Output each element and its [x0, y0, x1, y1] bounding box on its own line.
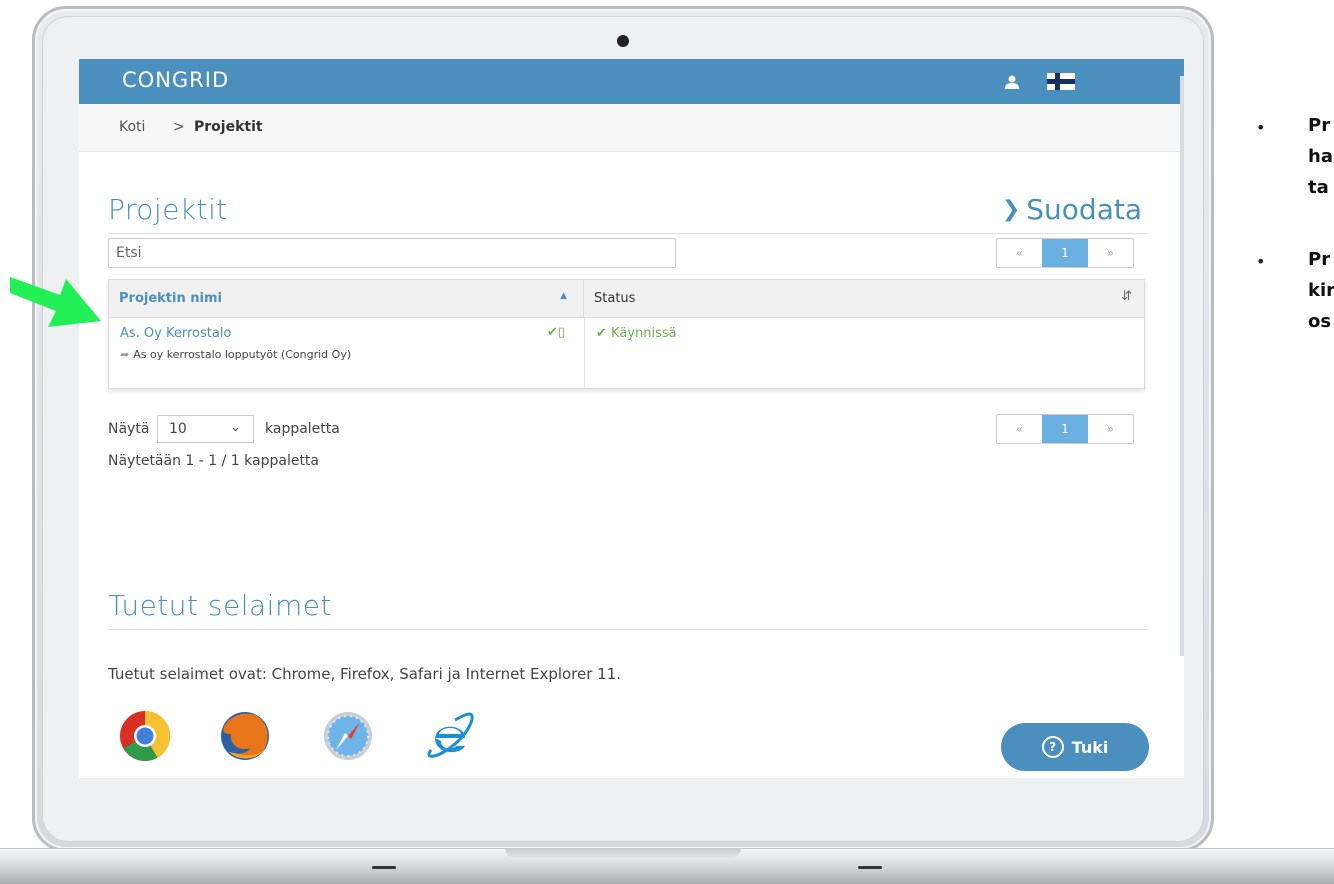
sort-ascending-icon: ▲: [560, 291, 567, 301]
page-size-unit: kappaletta: [265, 421, 340, 437]
laptop-foot: [858, 866, 882, 869]
side-note-line: Pr: [1308, 249, 1331, 270]
supported-browsers-text: Tuetut selaimet ovat: Chrome, Firefox, S…: [108, 665, 622, 683]
chevron-down-icon: ❯: [1001, 197, 1021, 222]
congrid-logo[interactable]: CONGRID: [122, 68, 229, 92]
stage: { "app": { "logo_text": "CONGRID", "bran…: [0, 0, 1334, 884]
pagination-prev-button[interactable]: «: [997, 415, 1042, 443]
laptop-foot: [372, 866, 396, 869]
column-header-label: Status: [594, 291, 636, 306]
side-note-line: Pr: [1308, 115, 1331, 136]
bullet-point: •: [1256, 252, 1266, 271]
app-screen: CONGRID Koti > Projektit Projektit ❯ Suod…: [79, 59, 1184, 778]
sort-icon: ⇵: [1121, 289, 1132, 304]
scrollbar[interactable]: [1180, 76, 1184, 656]
share-arrow-icon: ➦: [120, 348, 130, 361]
help-button[interactable]: ? Tuki: [1001, 723, 1149, 771]
filter-toggle[interactable]: ❯ Suodata: [1002, 193, 1142, 226]
green-arrow-icon: [10, 277, 101, 327]
side-note-line: ha: [1308, 146, 1333, 167]
side-note-line: ta: [1308, 177, 1329, 198]
column-header-label: Projektin nimi: [119, 291, 222, 306]
pagination-bottom: « 1 »: [996, 414, 1134, 444]
user-icon[interactable]: [1005, 75, 1019, 89]
pagination-next-button[interactable]: »: [1088, 239, 1133, 267]
projects-table: Projektin nimi ▲ Status ⇵ As. Oy Kerrost…: [108, 279, 1145, 389]
project-subtitle: ➦ As oy kerrostalo lopputyöt (Congrid Oy): [120, 348, 351, 361]
page-title: Projektit: [108, 193, 228, 226]
filter-label: Suodata: [1026, 193, 1142, 226]
breadcrumb: Koti > Projektit: [79, 104, 1180, 152]
section-divider: [108, 629, 1148, 630]
flag-cross-horizontal: [1047, 79, 1075, 84]
project-name-link[interactable]: As. Oy Kerrostalo: [120, 326, 231, 341]
status-cell: ✔ Käynnissä: [596, 326, 677, 341]
column-divider: [584, 318, 585, 388]
chevron-down-icon: ⌄: [230, 420, 241, 435]
internet-explorer-icon: [427, 712, 474, 758]
status-text: Käynnissä: [611, 326, 677, 341]
supported-browsers-title: Tuetut selaimet: [108, 589, 332, 622]
bullet-point: •: [1256, 118, 1266, 137]
firefox-icon: [221, 712, 269, 760]
side-note-line: kir: [1308, 280, 1334, 301]
check-icon: ✔: [596, 326, 612, 341]
breadcrumb-current: Projektit: [194, 119, 263, 135]
side-note-line: os: [1308, 311, 1332, 332]
pagination-top: « 1 »: [996, 238, 1134, 268]
breadcrumb-separator: >: [173, 119, 185, 135]
finland-flag-icon[interactable]: [1047, 73, 1075, 90]
safari-icon: [324, 712, 372, 760]
question-circle-icon: ?: [1041, 736, 1064, 758]
webcam: [617, 35, 629, 47]
page-size-value: 10: [169, 421, 187, 437]
pagination-prev-button[interactable]: «: [997, 239, 1042, 267]
chrome-icon: [120, 711, 170, 761]
search-input[interactable]: [108, 238, 676, 268]
help-button-label: Tuki: [1071, 737, 1109, 757]
page-size-select[interactable]: 10 ⌄: [157, 415, 254, 443]
check-mobile-icon: ✔▯: [547, 325, 566, 340]
column-header-status[interactable]: Status ⇵: [584, 280, 1144, 318]
pagination-next-button[interactable]: »: [1088, 415, 1133, 443]
top-navbar: CONGRID: [79, 59, 1184, 104]
flag-cross-vertical: [1055, 73, 1060, 90]
breadcrumb-home-link[interactable]: Koti: [119, 119, 145, 135]
title-divider: [108, 233, 1148, 234]
showing-count: Näytetään 1 - 1 / 1 kappaletta: [108, 453, 320, 469]
project-subtitle-text: As oy kerrostalo lopputyöt (Congrid Oy): [133, 348, 352, 361]
page-size-label: Näytä: [108, 421, 150, 437]
laptop-hinge-notch: [505, 848, 741, 858]
pagination-page-button[interactable]: 1: [1042, 415, 1088, 443]
column-header-project-name[interactable]: Projektin nimi ▲: [109, 280, 584, 318]
pagination-page-button[interactable]: 1: [1042, 239, 1088, 267]
